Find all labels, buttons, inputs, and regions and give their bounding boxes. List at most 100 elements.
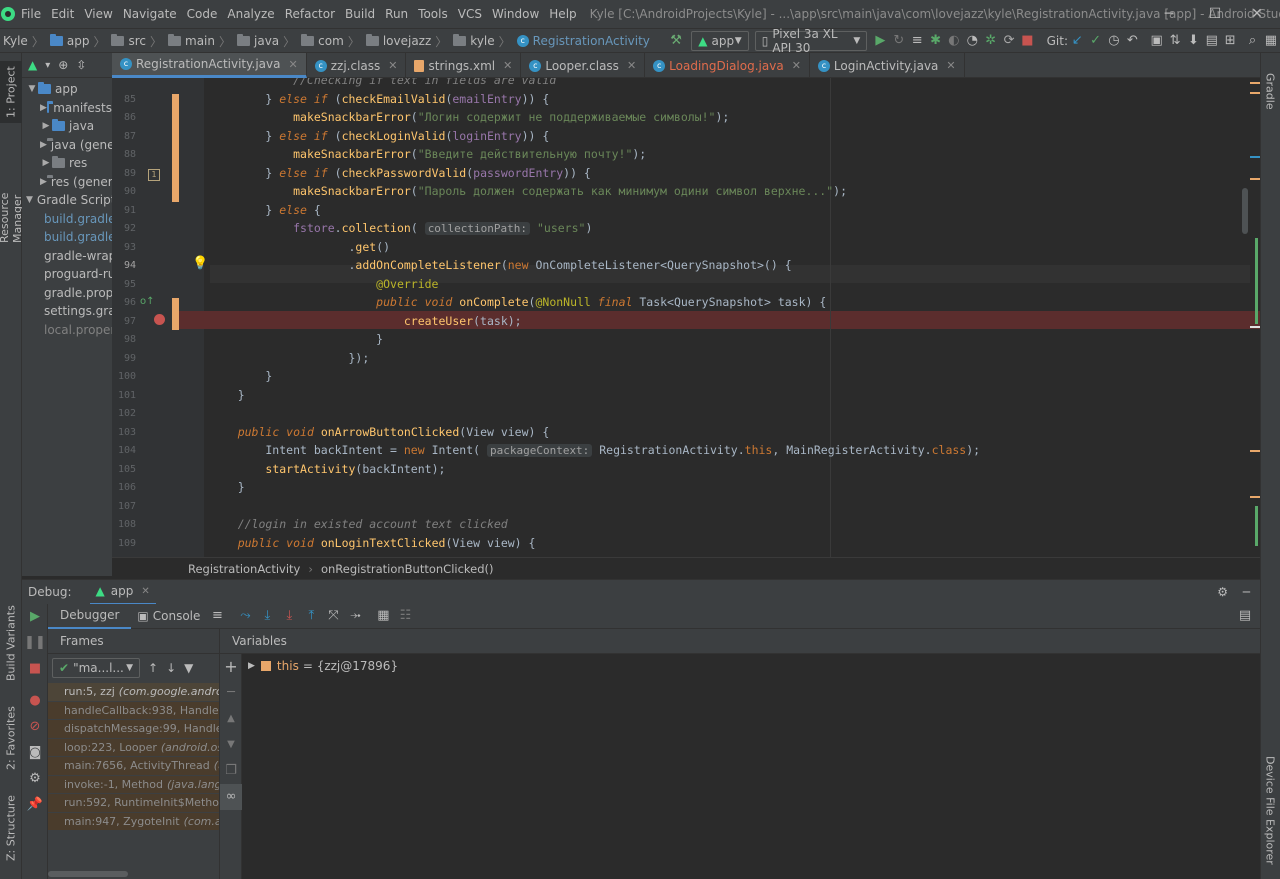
breadcrumb-class[interactable]: RegistrationActivity — [188, 562, 300, 576]
view-mode-dropdown[interactable]: ▾ — [45, 60, 50, 71]
breadcrumb-item[interactable]: app 〉 — [47, 33, 109, 50]
breadcrumb-item[interactable]: java 〉 — [234, 33, 298, 50]
tab-console[interactable]: ▣ Console — [131, 604, 206, 629]
tree-item[interactable]: ▼ app — [22, 80, 112, 99]
resume-icon[interactable]: ▶ — [22, 604, 48, 630]
menu-build[interactable]: Build — [340, 0, 380, 28]
close-icon[interactable]: ✕ — [627, 59, 636, 72]
breadcrumb-item[interactable]: src 〉 — [108, 33, 165, 50]
tab-build-variants[interactable]: Build Variants — [0, 603, 22, 683]
run-to-cursor-icon[interactable]: ⤞ — [344, 605, 366, 627]
close-icon[interactable]: ✕ — [141, 586, 149, 597]
minimize-panel-icon[interactable]: ─ — [1243, 585, 1250, 599]
tree-item[interactable]: ▶res (generated) — [22, 173, 112, 192]
rerun-icon[interactable]: ↻ — [890, 30, 908, 52]
breakpoint-icon[interactable] — [154, 314, 165, 325]
frame-row[interactable]: main:947, ZygoteInit(com.android.interna… — [48, 812, 219, 831]
settings-icon[interactable]: ⚙ — [22, 766, 48, 792]
gear-icon[interactable]: ⚙ — [1217, 585, 1228, 599]
tab-device-file-explorer[interactable]: Device File Explorer — [1260, 753, 1280, 868]
chevron-down-icon[interactable]: ▼ — [26, 84, 38, 94]
coverage-icon[interactable]: ◐ — [945, 30, 963, 52]
tab-project[interactable]: 1: Project — [0, 61, 22, 123]
override-icon[interactable]: o↑ — [140, 296, 155, 307]
glasses-icon[interactable]: ∞ — [220, 784, 242, 810]
tree-item[interactable]: build.gradle — [22, 210, 112, 229]
menu-run[interactable]: Run — [380, 0, 413, 28]
breadcrumb-item[interactable]: main 〉 — [165, 33, 234, 50]
frame-row[interactable]: dispatchMessage:99, Handler(android.os) — [48, 720, 219, 739]
drop-frame-icon[interactable]: ⤧ — [322, 605, 344, 627]
apply-changes-icon[interactable]: ⟳ — [1000, 30, 1018, 52]
editor-tab[interactable]: c zzj.class ✕ — [307, 53, 407, 78]
profile-icon[interactable]: ◔ — [963, 30, 981, 52]
menu-code[interactable]: Code — [182, 0, 223, 28]
frame-row[interactable]: loop:223, Looper(android.os) — [48, 738, 219, 757]
tree-item[interactable]: gradle.properties — [22, 284, 112, 303]
breadcrumb-method[interactable]: onRegistrationButtonClicked() — [321, 562, 494, 576]
tree-item[interactable]: ▶ res — [22, 154, 112, 173]
menu-help[interactable]: Help — [544, 0, 581, 28]
sort-icon[interactable]: ≡ — [908, 30, 926, 52]
chevron-right-icon[interactable]: ▶ — [40, 140, 47, 150]
sync-icon[interactable]: ⇅ — [1166, 30, 1184, 52]
run-config-select[interactable]: ▲ app ▼ — [691, 31, 749, 51]
menu-navigate[interactable]: Navigate — [118, 0, 182, 28]
tree-item[interactable]: build.gradle — [22, 228, 112, 247]
remove-icon[interactable]: ─ — [220, 680, 242, 706]
frames-scrollbar[interactable] — [48, 871, 128, 877]
frame-row[interactable]: handleCallback:938, Handler(android.os) — [48, 701, 219, 720]
pause-icon[interactable]: ❚❚ — [22, 630, 48, 656]
debug-config-tab[interactable]: ▲ app ✕ — [89, 580, 156, 605]
close-icon[interactable]: ✕ — [1234, 0, 1280, 28]
tree-item[interactable]: settings.gradle — [22, 302, 112, 321]
lightbulb-icon[interactable]: 💡 — [192, 256, 208, 271]
close-icon[interactable]: ✕ — [503, 59, 512, 72]
code-editor[interactable]: 85 86 87 88 89 90 91 92 93 94 95 96 97 98 99 100 101 102 1… — [112, 78, 1260, 557]
collapse-icon[interactable]: ⇳ — [76, 58, 86, 72]
breadcrumb-item[interactable]: com 〉 — [298, 33, 363, 50]
frame-row[interactable]: invoke:-1, Method(java.lang.reflect) — [48, 775, 219, 794]
step-out-icon[interactable]: ⤒ — [300, 605, 322, 627]
close-icon[interactable]: ✕ — [388, 59, 397, 72]
tree-item[interactable]: ▶java (generated) — [22, 136, 112, 155]
filter-icon[interactable]: ▼ — [184, 661, 193, 675]
move-up-icon[interactable]: ▲ — [220, 706, 242, 732]
evaluate-icon[interactable]: ▦ — [372, 605, 394, 627]
arrow-up-icon[interactable]: ↑ — [148, 661, 158, 675]
stop-icon[interactable]: ■ — [22, 656, 48, 682]
breadcrumb-item[interactable]: c RegistrationActivity — [514, 34, 653, 48]
tree-item[interactable]: gradle-wrapper.properties — [22, 247, 112, 266]
run-icon[interactable]: ▶ — [871, 30, 889, 52]
chevron-right-icon[interactable]: ▶ — [40, 177, 47, 187]
copy-icon[interactable]: ❐ — [220, 758, 242, 784]
breadcrumb-item[interactable]: Kyle 〉 — [0, 33, 47, 50]
move-down-icon[interactable]: ▼ — [220, 732, 242, 758]
breadcrumb-item[interactable]: lovejazz 〉 — [363, 33, 450, 50]
git-commit-icon[interactable]: ✓ — [1086, 30, 1104, 52]
variable-row[interactable]: ▶ this = {zzj@17896} — [248, 657, 398, 675]
close-icon[interactable]: ✕ — [946, 59, 955, 72]
trace-icon[interactable]: ☷ — [394, 605, 416, 627]
tab-resource-manager[interactable]: Resource Manager — [0, 143, 24, 243]
chevron-right-icon[interactable]: ▶ — [40, 158, 52, 168]
search-icon[interactable]: ⌕ — [1243, 30, 1261, 52]
locate-icon[interactable]: ⊕ — [58, 58, 68, 72]
close-icon[interactable]: ✕ — [289, 58, 298, 71]
close-icon[interactable]: ✕ — [792, 59, 801, 72]
view-breakpoints-icon[interactable]: ● — [22, 688, 48, 714]
editor-scrollbar[interactable] — [1242, 188, 1248, 234]
menu-icon[interactable]: ≡ — [206, 605, 228, 627]
thread-select[interactable]: ✔ "ma...l... ▼ — [52, 657, 140, 678]
menu-vcs[interactable]: VCS — [453, 0, 487, 28]
expand-arrow-icon[interactable]: ▶ — [248, 661, 255, 671]
menu-refactor[interactable]: Refactor — [280, 0, 340, 28]
chevron-down-icon[interactable]: ▼ — [26, 195, 33, 205]
mute-breakpoints-icon[interactable]: ⊘ — [22, 714, 48, 740]
editor-tab[interactable]: c LoginActivity.java ✕ — [810, 53, 965, 78]
menu-view[interactable]: View — [79, 0, 117, 28]
attach-debugger-icon[interactable]: ✲ — [981, 30, 999, 52]
tree-item[interactable]: local.properties — [22, 321, 112, 340]
avd-manager-icon[interactable]: ▤ — [1203, 30, 1221, 52]
editor-tab[interactable]: strings.xml ✕ — [406, 53, 522, 78]
